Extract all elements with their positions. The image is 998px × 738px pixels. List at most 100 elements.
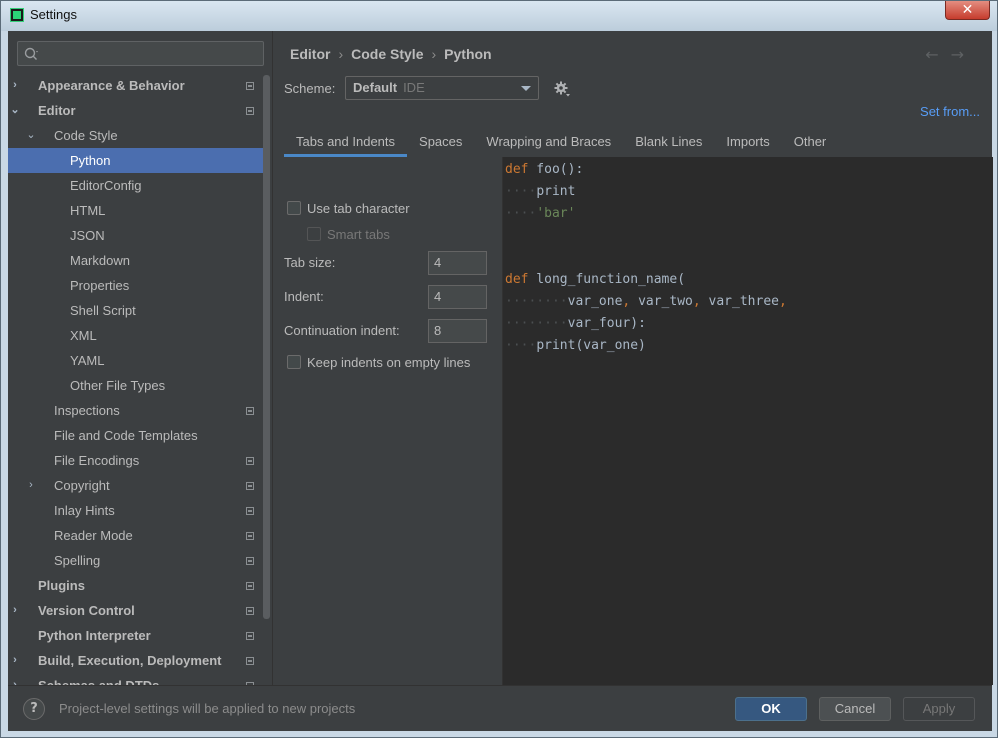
sidebar-item-python-interpreter[interactable]: Python Interpreter	[8, 623, 264, 648]
gear-icon[interactable]	[553, 80, 571, 98]
set-from-link[interactable]: Set from...	[920, 104, 980, 119]
use-tab-character-checkbox[interactable]: Use tab character	[287, 200, 410, 218]
sidebar-item-plugins[interactable]: Plugins	[8, 573, 264, 598]
sidebar-item-file-encodings[interactable]: File Encodings	[8, 448, 264, 473]
chevron-right-icon[interactable]: ›	[9, 598, 21, 623]
sidebar-item-label: Appearance & Behavior	[38, 78, 185, 93]
tab-size-input[interactable]: 4	[428, 251, 487, 275]
sidebar-item-inlay-hints[interactable]: Inlay Hints	[8, 498, 264, 523]
sidebar-scrollbar[interactable]	[263, 75, 270, 619]
chevron-down-icon[interactable]: ⌄	[25, 123, 37, 148]
close-button[interactable]: ✕	[945, 1, 990, 20]
back-arrow-icon[interactable]: ←	[925, 45, 950, 64]
smart-tabs-checkbox[interactable]: Smart tabs	[307, 226, 390, 244]
tab-blank-lines[interactable]: Blank Lines	[623, 127, 714, 157]
breadcrumb-python: Python	[444, 46, 492, 62]
sidebar-item-label: Build, Execution, Deployment	[38, 653, 222, 668]
sidebar-item-properties[interactable]: Properties	[8, 273, 264, 298]
sidebar-item-label: Reader Mode	[54, 528, 133, 543]
sidebar-item-xml[interactable]: XML	[8, 323, 264, 348]
sidebar-item-label: Inlay Hints	[54, 503, 115, 518]
sidebar-item-version-control[interactable]: › Version Control	[8, 598, 264, 623]
sidebar-item-schemas-and-dtds[interactable]: › Schemas and DTDs	[8, 673, 264, 685]
sidebar-item-spelling[interactable]: Spelling	[8, 548, 264, 573]
sidebar-item-markdown[interactable]: Markdown	[8, 248, 264, 273]
cancel-button[interactable]: Cancel	[819, 697, 891, 721]
tab-imports[interactable]: Imports	[714, 127, 781, 157]
sidebar-item-html[interactable]: HTML	[8, 198, 264, 223]
sidebar-item-label: XML	[70, 328, 97, 343]
project-level-icon	[246, 507, 254, 515]
sidebar-item-code-style[interactable]: ⌄ Code Style	[8, 123, 264, 148]
sidebar-item-build-execution-deployment[interactable]: › Build, Execution, Deployment	[8, 648, 264, 673]
tab-size-label: Tab size:	[284, 255, 336, 270]
settings-sidebar: › Appearance & Behavior ⌄ Editor ⌄ Code Style…	[8, 31, 272, 685]
sidebar-item-label: Python	[70, 153, 111, 168]
settings-content: Editor › Code Style › Python ←→ Scheme: Defa…	[272, 31, 993, 685]
project-level-icon	[246, 607, 254, 615]
code-line: ····'bar'	[505, 206, 576, 221]
sidebar-item-editor[interactable]: ⌄ Editor	[8, 98, 264, 123]
tab-other[interactable]: Other	[782, 127, 839, 157]
code-line: ········var_four):	[505, 316, 646, 331]
sidebar-item-label: EditorConfig	[70, 178, 142, 193]
sidebar-item-python[interactable]: Python	[8, 148, 264, 173]
project-level-icon	[246, 82, 254, 90]
tab-tabs-and-indents[interactable]: Tabs and Indents	[284, 127, 408, 157]
sidebar-item-shell-script[interactable]: Shell Script	[8, 298, 264, 323]
chevron-right-icon[interactable]: ›	[9, 648, 21, 673]
sidebar-item-other-file-types[interactable]: Other File Types	[8, 373, 264, 398]
sidebar-item-json[interactable]: JSON	[8, 223, 264, 248]
sidebar-item-inspections[interactable]: Inspections	[8, 398, 264, 423]
keep-indents-checkbox[interactable]: Keep indents on empty lines	[287, 354, 470, 372]
settings-tree: › Appearance & Behavior ⌄ Editor ⌄ Code Style…	[8, 73, 264, 685]
project-level-icon	[246, 557, 254, 565]
code-line: ····print	[505, 184, 576, 199]
sidebar-item-label: Other File Types	[70, 378, 166, 393]
sidebar-item-copyright[interactable]: › Copyright	[8, 473, 264, 498]
indent-input[interactable]: 4	[428, 285, 487, 309]
continuation-indent-input[interactable]: 8	[428, 319, 487, 343]
chevron-right-icon[interactable]: ›	[25, 473, 37, 498]
dialog-body: › Appearance & Behavior ⌄ Editor ⌄ Code Style…	[8, 31, 993, 731]
sidebar-item-label: JSON	[70, 228, 105, 243]
sidebar-item-label: YAML	[70, 353, 105, 368]
project-level-icon	[246, 532, 254, 540]
scheme-dropdown[interactable]: Default IDE	[345, 76, 539, 100]
sidebar-item-label: File Encodings	[54, 453, 140, 468]
sidebar-item-label: Python Interpreter	[38, 628, 151, 643]
checkbox-box[interactable]	[287, 201, 301, 215]
code-preview[interactable]: def foo(): ····print ····'bar' def long_…	[502, 157, 993, 685]
history-nav: ←→	[925, 45, 976, 64]
sidebar-item-file-and-code-templates[interactable]: File and Code Templates	[8, 423, 264, 448]
sidebar-item-reader-mode[interactable]: Reader Mode	[8, 523, 264, 548]
settings-search-input[interactable]	[17, 41, 264, 66]
project-level-icon	[246, 582, 254, 590]
sidebar-item-editorconfig[interactable]: EditorConfig	[8, 173, 264, 198]
checkbox-box[interactable]	[307, 227, 321, 241]
apply-button[interactable]: Apply	[903, 697, 975, 721]
sidebar-item-label: Copyright	[54, 478, 110, 493]
sidebar-item-label: Properties	[70, 278, 130, 293]
code-style-tabs: Tabs and Indents Spaces Wrapping and Brace…	[284, 127, 838, 157]
project-level-icon	[246, 632, 254, 640]
chevron-right-icon[interactable]: ›	[9, 73, 21, 98]
forward-arrow-icon[interactable]: →	[951, 45, 976, 64]
breadcrumb-separator: ›	[338, 46, 344, 62]
checkbox-box[interactable]	[287, 355, 301, 369]
continuation-indent-label: Continuation indent:	[284, 323, 400, 338]
help-button[interactable]: ?	[23, 698, 45, 720]
use-tab-character-label: Use tab character	[307, 201, 410, 216]
sidebar-item-label: Code Style	[54, 128, 118, 143]
tab-wrapping-and-braces[interactable]: Wrapping and Braces	[474, 127, 623, 157]
chevron-down-icon[interactable]: ⌄	[9, 98, 21, 123]
sidebar-item-yaml[interactable]: YAML	[8, 348, 264, 373]
code-line: ········var_one, var_two, var_three,	[505, 294, 787, 309]
project-level-icon	[246, 482, 254, 490]
tab-spaces[interactable]: Spaces	[407, 127, 474, 157]
window-title: Settings	[30, 7, 77, 22]
chevron-right-icon[interactable]: ›	[9, 673, 21, 685]
sidebar-item-appearance-behavior[interactable]: › Appearance & Behavior	[8, 73, 264, 98]
ok-button[interactable]: OK	[735, 697, 807, 721]
